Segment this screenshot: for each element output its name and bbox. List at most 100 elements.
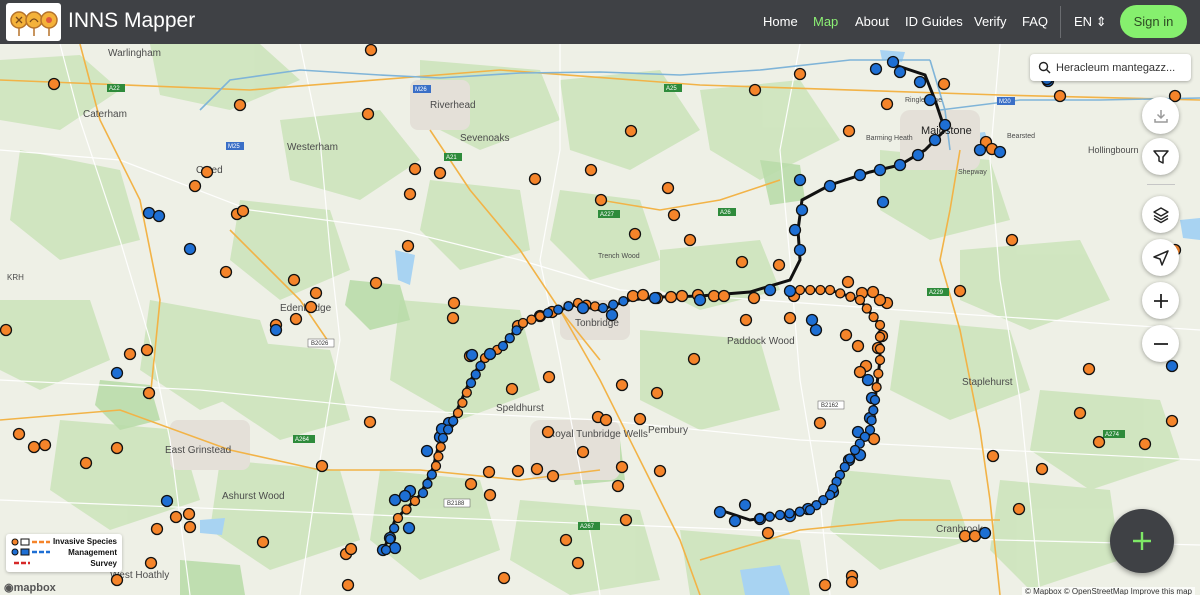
survey-marker[interactable]: [461, 387, 472, 398]
management-marker[interactable]: [426, 469, 437, 480]
survey-marker[interactable]: [861, 303, 872, 314]
management-marker[interactable]: [483, 347, 497, 361]
survey-marker[interactable]: [571, 556, 585, 570]
management-marker[interactable]: [849, 444, 861, 456]
management-marker[interactable]: [511, 325, 522, 336]
survey-marker[interactable]: [953, 284, 967, 298]
management-marker[interactable]: [853, 168, 867, 182]
management-marker[interactable]: [388, 493, 402, 507]
survey-marker[interactable]: [661, 181, 675, 195]
survey-marker[interactable]: [526, 314, 537, 325]
management-marker[interactable]: [1165, 359, 1179, 373]
survey-marker[interactable]: [142, 386, 156, 400]
survey-marker[interactable]: [707, 289, 721, 303]
nav-faq[interactable]: FAQ: [1022, 14, 1048, 29]
management-marker[interactable]: [713, 505, 727, 519]
survey-marker[interactable]: [505, 382, 519, 396]
survey-marker[interactable]: [1165, 414, 1179, 428]
survey-marker[interactable]: [12, 427, 26, 441]
survey-marker[interactable]: [1092, 435, 1106, 449]
survey-marker[interactable]: [761, 526, 775, 540]
management-marker[interactable]: [142, 206, 156, 220]
nav-about[interactable]: About: [855, 14, 889, 29]
nav-home[interactable]: Home: [763, 14, 798, 29]
survey-marker[interactable]: [818, 578, 832, 592]
management-marker[interactable]: [183, 242, 197, 256]
survey-marker[interactable]: [845, 575, 859, 589]
management-marker[interactable]: [448, 415, 459, 427]
sign-in-button[interactable]: Sign in: [1120, 5, 1187, 38]
management-marker[interactable]: [618, 296, 629, 307]
survey-marker[interactable]: [835, 288, 846, 299]
survey-marker[interactable]: [805, 284, 816, 296]
language-selector[interactable]: EN ⇕: [1074, 14, 1107, 30]
inns-logo[interactable]: [6, 3, 61, 41]
survey-marker[interactable]: [47, 77, 61, 91]
survey-marker[interactable]: [867, 432, 881, 446]
management-marker[interactable]: [384, 533, 396, 545]
survey-marker[interactable]: [794, 284, 806, 296]
survey-marker[interactable]: [958, 529, 972, 543]
management-marker[interactable]: [923, 93, 937, 107]
map-legend[interactable]: Invasive Species Management Survey: [6, 534, 122, 572]
management-marker[interactable]: [442, 424, 454, 435]
management-marker[interactable]: [437, 432, 449, 444]
management-marker[interactable]: [728, 514, 742, 528]
survey-marker[interactable]: [937, 77, 951, 91]
survey-marker[interactable]: [824, 284, 836, 296]
survey-marker[interactable]: [433, 451, 444, 462]
survey-marker[interactable]: [854, 294, 866, 306]
management-marker[interactable]: [563, 301, 574, 312]
survey-marker[interactable]: [369, 276, 383, 290]
survey-marker[interactable]: [182, 507, 196, 521]
survey-marker[interactable]: [739, 313, 753, 327]
survey-marker[interactable]: [482, 465, 496, 479]
management-marker[interactable]: [866, 415, 877, 426]
download-button[interactable]: [1142, 97, 1179, 134]
survey-marker[interactable]: [653, 464, 667, 478]
survey-marker[interactable]: [256, 535, 270, 549]
survey-marker[interactable]: [123, 347, 137, 361]
survey-marker[interactable]: [772, 258, 786, 272]
management-marker[interactable]: [470, 369, 481, 380]
survey-marker[interactable]: [457, 397, 468, 408]
survey-marker[interactable]: [813, 416, 827, 430]
survey-marker[interactable]: [140, 343, 154, 357]
nav-verify[interactable]: Verify: [974, 14, 1007, 29]
survey-marker[interactable]: [219, 265, 233, 279]
management-marker[interactable]: [893, 158, 907, 172]
survey-marker[interactable]: [530, 462, 544, 476]
survey-marker[interactable]: [968, 529, 982, 543]
survey-marker[interactable]: [542, 370, 556, 384]
management-marker[interactable]: [783, 284, 797, 298]
management-marker[interactable]: [763, 283, 777, 297]
management-marker[interactable]: [876, 195, 890, 209]
management-marker[interactable]: [784, 508, 795, 519]
survey-marker[interactable]: [289, 312, 303, 326]
management-marker[interactable]: [913, 75, 927, 89]
survey-marker[interactable]: [1073, 406, 1087, 420]
management-marker[interactable]: [576, 301, 590, 315]
management-marker[interactable]: [793, 173, 807, 187]
survey-marker[interactable]: [1082, 362, 1096, 376]
management-marker[interactable]: [804, 504, 816, 516]
survey-marker[interactable]: [363, 415, 377, 429]
survey-marker[interactable]: [873, 368, 884, 379]
map-canvas[interactable]: Warlingham Caterham Westerham Riverhead …: [0, 44, 1200, 595]
survey-marker[interactable]: [183, 520, 197, 534]
survey-marker[interactable]: [1035, 462, 1049, 476]
locate-button[interactable]: [1142, 239, 1179, 276]
survey-marker[interactable]: [815, 284, 826, 296]
management-marker[interactable]: [504, 333, 515, 344]
survey-marker[interactable]: [304, 300, 318, 314]
management-marker[interactable]: [608, 299, 619, 310]
management-marker[interactable]: [475, 360, 486, 372]
survey-marker[interactable]: [584, 163, 598, 177]
species-search[interactable]: Heracleum mantegazz...: [1030, 54, 1191, 81]
management-marker[interactable]: [389, 523, 400, 534]
management-marker[interactable]: [542, 307, 554, 319]
survey-marker[interactable]: [309, 286, 323, 300]
survey-marker[interactable]: [361, 107, 375, 121]
management-marker[interactable]: [809, 323, 823, 337]
survey-marker[interactable]: [636, 288, 650, 302]
